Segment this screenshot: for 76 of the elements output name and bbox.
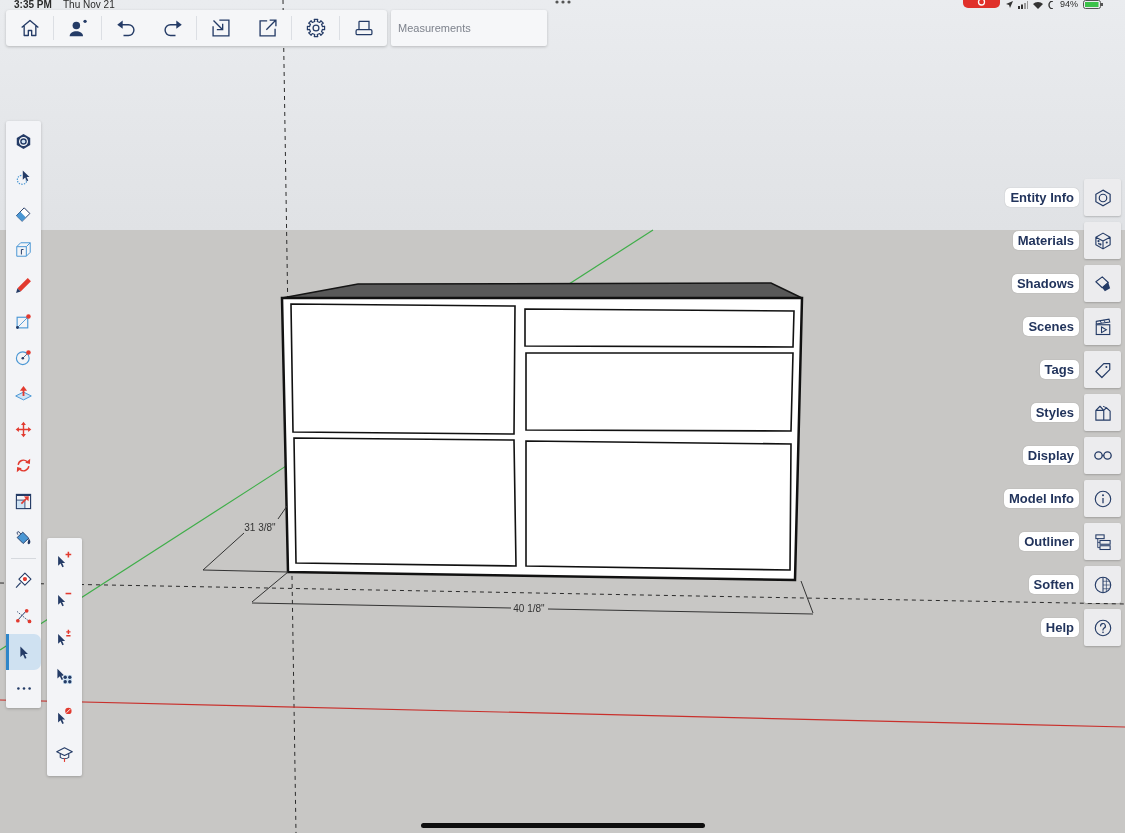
pencil-icon <box>15 276 32 294</box>
model-info-button[interactable] <box>1084 480 1121 517</box>
person-icon <box>67 18 88 38</box>
measurements-field[interactable]: Measurements <box>391 10 547 46</box>
orbit-icon <box>15 132 32 150</box>
cursor-prohibited-icon <box>56 707 73 724</box>
cursor-plus-icon <box>56 551 73 568</box>
scale-icon <box>15 492 32 510</box>
boxes-icon <box>1093 403 1112 422</box>
panel-label[interactable]: Scenes <box>1023 317 1079 336</box>
import-icon <box>210 18 231 38</box>
recording-indicator-icon <box>963 0 1000 8</box>
battery-percent: 94% <box>1060 0 1078 9</box>
settings-icon <box>305 18 326 38</box>
dots-icon <box>555 0 571 4</box>
location-icon <box>1006 1 1013 8</box>
dimension-icon <box>15 607 32 625</box>
soften-button[interactable] <box>1084 566 1121 603</box>
rectangle-icon <box>15 312 32 330</box>
hexagon-icon <box>1093 188 1112 207</box>
lasso-icon <box>15 168 32 186</box>
eraser-icon <box>15 204 32 222</box>
scenes-button[interactable] <box>1084 308 1121 345</box>
push-pull-icon <box>15 384 32 402</box>
more-icon <box>16 686 31 690</box>
help-icon <box>1093 618 1112 637</box>
status-date: Thu Nov 21 <box>63 0 115 10</box>
info-icon <box>1093 489 1112 508</box>
panel-label[interactable]: Soften <box>1028 575 1079 594</box>
tag-icon <box>1093 360 1112 379</box>
signal-icon <box>1018 0 1028 9</box>
move-icon <box>15 420 32 438</box>
cursor-plus-minus-icon <box>56 629 73 646</box>
clapperboard-icon <box>1093 317 1112 336</box>
materials-button[interactable] <box>1084 222 1121 259</box>
panel-label[interactable]: Help <box>1040 618 1079 637</box>
tray-icon <box>353 18 374 38</box>
battery-icon <box>1083 0 1103 9</box>
panel-label[interactable]: Materials <box>1012 231 1079 250</box>
panel-label[interactable]: Outliner <box>1019 532 1079 551</box>
rotate-icon <box>15 456 32 474</box>
circle-icon <box>15 348 32 366</box>
dimension-label: 40 1/8" <box>513 603 545 614</box>
display-button[interactable] <box>1084 437 1121 474</box>
cube-icon <box>1093 231 1112 250</box>
tags-button[interactable] <box>1084 351 1121 388</box>
tape-measure-icon <box>15 571 32 589</box>
panel-label[interactable]: Styles <box>1030 403 1079 422</box>
panel-label[interactable]: Model Info <box>1004 489 1079 508</box>
cube-icon <box>15 240 32 258</box>
wifi-icon <box>1033 0 1043 9</box>
help-button[interactable] <box>1084 609 1121 646</box>
shadow-icon <box>1093 274 1112 293</box>
home-icon <box>19 18 40 38</box>
dimension-label: 31 3/8" <box>244 522 276 533</box>
glasses-icon <box>1093 451 1112 460</box>
undo-icon <box>115 18 136 38</box>
paint-bucket-icon <box>15 528 32 546</box>
graduation-cap-icon <box>56 746 73 763</box>
cursor-grid-icon <box>56 668 73 685</box>
panel-label[interactable]: Tags <box>1039 360 1079 379</box>
entity-info-button[interactable] <box>1084 179 1121 216</box>
status-time: 3:35 PM <box>14 0 52 10</box>
panel-label[interactable]: Entity Info <box>1005 188 1079 207</box>
redo-icon <box>162 18 183 38</box>
export-icon <box>257 18 278 38</box>
stacked-bars-icon <box>1093 532 1112 551</box>
panel-label[interactable]: Shadows <box>1011 274 1079 293</box>
shadows-button[interactable] <box>1084 265 1121 302</box>
moon-icon <box>1048 0 1055 9</box>
cursor-minus-icon <box>56 590 73 607</box>
sphere-icon <box>1093 575 1112 594</box>
styles-button[interactable] <box>1084 394 1121 431</box>
panel-label[interactable]: Display <box>1022 446 1079 465</box>
tool-button[interactable] <box>6 634 41 670</box>
outliner-button[interactable] <box>1084 523 1121 560</box>
